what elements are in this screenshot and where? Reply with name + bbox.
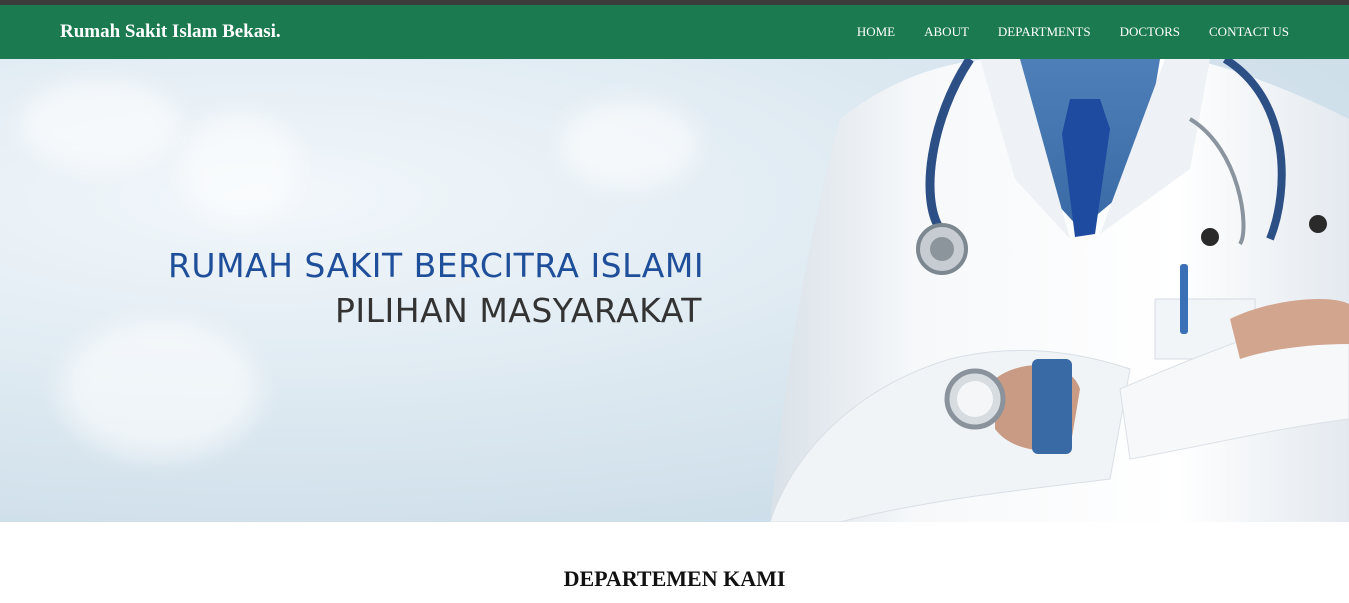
nav-item-doctors[interactable]: DOCTORS — [1120, 23, 1180, 41]
nav-item-about[interactable]: ABOUT — [924, 23, 969, 41]
doctor-image — [770, 59, 1349, 522]
bokeh-light — [20, 79, 180, 169]
navbar: Rumah Sakit Islam Bekasi. HOME ABOUT DEP… — [0, 5, 1349, 59]
brand-logo-text[interactable]: Rumah Sakit Islam Bekasi. — [60, 20, 281, 44]
nav-item-contact-us[interactable]: CONTACT US — [1209, 23, 1289, 41]
section-title: DEPARTEMEN KAMI — [563, 566, 786, 591]
nav-item-home[interactable]: HOME — [857, 23, 895, 41]
main-nav: HOME ABOUT DEPARTMENTS DOCTORS CONTACT U… — [828, 23, 1289, 41]
nav-item-departments[interactable]: DEPARTMENTS — [998, 23, 1091, 41]
bokeh-light — [180, 114, 300, 224]
bokeh-light — [560, 99, 700, 189]
hero-subtitle: PILIHAN MASYARAKAT — [335, 291, 702, 330]
hero-banner: RUMAH SAKIT BERCITRA ISLAMI PILIHAN MASY… — [0, 59, 1349, 522]
bokeh-light — [60, 319, 260, 459]
hero-title: RUMAH SAKIT BERCITRA ISLAMI — [168, 246, 705, 285]
